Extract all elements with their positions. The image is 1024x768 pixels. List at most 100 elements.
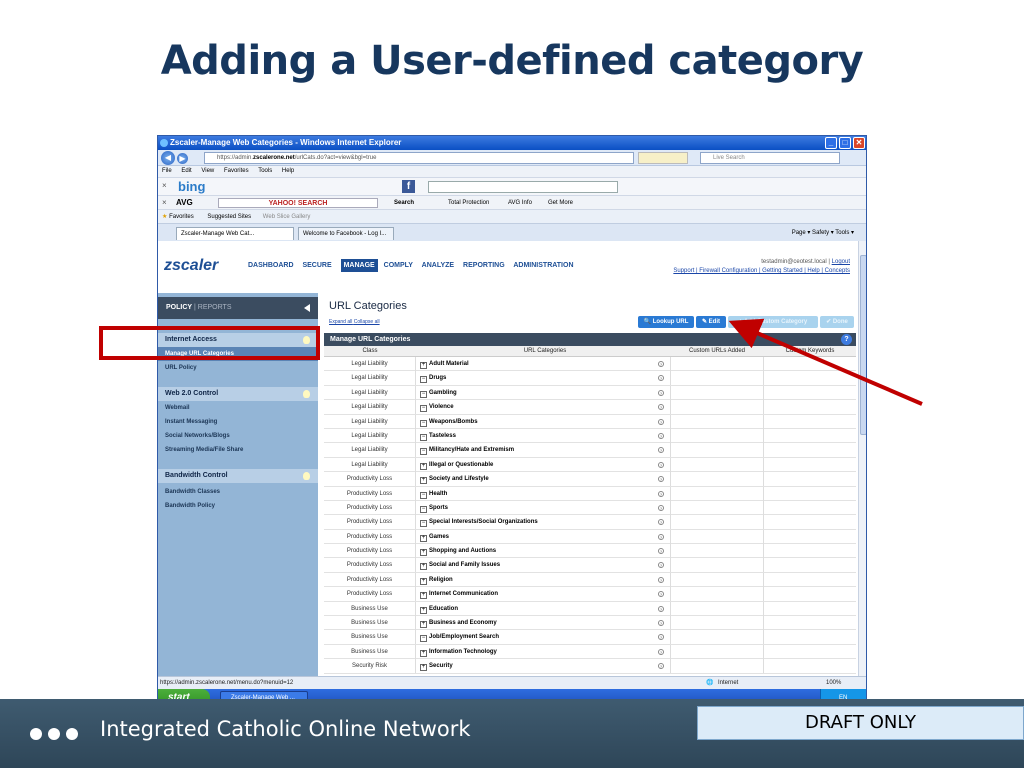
info-icon[interactable]: ? <box>658 504 664 511</box>
sidebar-item-url-policy[interactable]: URL Policy <box>158 361 318 375</box>
minimize-button[interactable]: _ <box>825 137 837 149</box>
info-icon[interactable]: ? <box>658 461 664 468</box>
expand-toggle-icon[interactable]: − <box>420 520 427 528</box>
sidebar-item-webmail[interactable]: Webmail <box>158 401 318 415</box>
nav-comply[interactable]: COMPLY <box>384 262 413 269</box>
lookup-url-button[interactable]: 🔍 Lookup URL <box>638 316 694 328</box>
row-class: Legal Liability <box>324 400 416 415</box>
close-avg-icon[interactable]: × <box>162 196 167 210</box>
expand-toggle-icon[interactable]: + <box>420 664 427 672</box>
suggested-sites-link[interactable]: Suggested Sites <box>207 214 251 220</box>
expand-toggle-icon[interactable]: + <box>420 592 427 600</box>
live-search-input[interactable]: Live Search <box>700 152 840 164</box>
avg-search-button[interactable]: Search <box>394 196 414 210</box>
get-more-button[interactable]: Get More <box>548 196 573 210</box>
sidebar-item-bandwidth-policy[interactable]: Bandwidth Policy <box>158 499 318 513</box>
menu-edit[interactable]: Edit <box>181 168 191 174</box>
expand-toggle-icon[interactable]: + <box>420 563 427 571</box>
reports-tab[interactable]: REPORTS <box>198 304 232 311</box>
menu-tools[interactable]: Tools <box>258 168 272 174</box>
policy-tab[interactable]: POLICY <box>166 304 192 311</box>
expand-toggle-icon[interactable]: − <box>420 491 427 499</box>
menu-help[interactable]: Help <box>282 168 294 174</box>
expand-all-link[interactable]: Expand all <box>329 319 352 325</box>
sidebar-item-social-networks[interactable]: Social Networks/Blogs <box>158 429 318 443</box>
custom-urls-cell <box>670 457 764 472</box>
avg-info-button[interactable]: AVG Info <box>508 196 532 210</box>
status-zoom[interactable]: 100% <box>826 677 841 689</box>
info-icon[interactable]: ? <box>658 648 664 655</box>
collapse-sidebar-icon[interactable] <box>304 304 310 312</box>
expand-toggle-icon[interactable]: − <box>420 376 427 384</box>
nav-analyze[interactable]: ANALYZE <box>422 262 454 269</box>
expand-toggle-icon[interactable]: + <box>420 549 427 557</box>
row-class: Legal Liability <box>324 443 416 458</box>
back-icon[interactable]: ◀ <box>161 151 175 165</box>
expand-toggle-icon[interactable]: + <box>420 606 427 614</box>
expand-toggle-icon[interactable]: + <box>420 577 427 585</box>
forward-icon[interactable]: ▶ <box>177 153 188 164</box>
expand-toggle-icon[interactable]: + <box>420 649 427 657</box>
expand-toggle-icon[interactable]: − <box>420 405 427 413</box>
close-toolbar-icon[interactable]: × <box>162 181 167 190</box>
nav-administration[interactable]: ADMINISTRATION <box>513 262 573 269</box>
sidebar-item-streaming-media[interactable]: Streaming Media/File Share <box>158 443 318 457</box>
expand-toggle-icon[interactable]: + <box>420 477 427 485</box>
lock-icon[interactable] <box>638 152 688 164</box>
sidebar-item-bandwidth-classes[interactable]: Bandwidth Classes <box>158 485 318 499</box>
dot-icon <box>30 728 42 740</box>
menu-file[interactable]: File <box>162 168 172 174</box>
sidebar-item-instant-messaging[interactable]: Instant Messaging <box>158 415 318 429</box>
expand-toggle-icon[interactable]: + <box>420 462 427 470</box>
expand-toggle-icon[interactable]: − <box>420 448 427 456</box>
total-protection-button[interactable]: Total Protection <box>448 196 489 210</box>
info-icon[interactable]: ? <box>658 576 664 583</box>
expand-toggle-icon[interactable]: + <box>420 621 427 629</box>
expand-toggle-icon[interactable]: − <box>420 433 427 441</box>
collapse-all-link[interactable]: Collapse all <box>354 319 380 325</box>
table-row: Security Risk + Security? <box>324 659 856 674</box>
expand-toggle-icon[interactable]: + <box>420 534 427 542</box>
info-icon[interactable]: ? <box>658 605 664 612</box>
expand-toggle-icon[interactable]: − <box>420 505 427 513</box>
info-icon[interactable]: ? <box>658 361 664 367</box>
tab-tools[interactable]: Page ▾ Safety ▾ Tools ▾ <box>792 227 854 239</box>
row-category: − Gambling <box>420 386 670 400</box>
info-icon[interactable]: ? <box>658 620 664 627</box>
favorites-button[interactable]: Favorites <box>169 214 194 220</box>
info-icon[interactable]: ? <box>658 533 664 540</box>
info-icon[interactable]: ? <box>658 418 664 425</box>
slide-title: Adding a User-defined category <box>160 38 864 84</box>
web-slice-link[interactable]: Web Slice Gallery <box>263 214 311 220</box>
bing-search-input[interactable] <box>428 181 618 193</box>
row-category: − Drugs <box>420 371 670 385</box>
tab-facebook[interactable]: Welcome to Facebook - Log I... <box>298 227 394 240</box>
nav-dashboard[interactable]: DASHBOARD <box>248 262 294 269</box>
info-icon[interactable]: ? <box>658 490 664 497</box>
expand-toggle-icon[interactable]: − <box>420 390 427 398</box>
expand-toggle-icon[interactable]: − <box>420 419 427 427</box>
help-links[interactable]: Support | Firewall Configuration | Getti… <box>673 267 850 276</box>
zscaler-logo: zscaler <box>164 257 219 274</box>
page-title: URL Categories <box>329 300 407 312</box>
logout-link[interactable]: Logout <box>832 259 850 265</box>
section-web20-control[interactable]: Web 2.0 Control <box>158 387 318 401</box>
menu-favorites[interactable]: Favorites <box>224 168 249 174</box>
maximize-button[interactable]: □ <box>839 137 851 149</box>
tab-zscaler[interactable]: Zscaler-Manage Web Cat... <box>176 227 294 240</box>
section-bandwidth-control[interactable]: Bandwidth Control <box>158 469 318 483</box>
expand-toggle-icon[interactable]: − <box>420 635 427 643</box>
nav-reporting[interactable]: REPORTING <box>463 262 505 269</box>
facebook-icon[interactable]: f <box>402 180 415 193</box>
close-button[interactable]: ✕ <box>853 137 865 149</box>
expand-toggle-icon[interactable]: + <box>420 362 427 369</box>
url-input[interactable]: https://admin.zscalerone.net/urlCats.do?… <box>204 152 634 164</box>
nav-manage[interactable]: MANAGE <box>340 259 378 272</box>
row-class: Security Risk <box>324 659 416 674</box>
info-icon[interactable]: ? <box>658 432 664 439</box>
info-icon[interactable]: ? <box>658 389 664 396</box>
nav-secure[interactable]: SECURE <box>302 262 331 269</box>
yahoo-search-input[interactable]: YAHOO! SEARCH <box>218 198 378 208</box>
menu-view[interactable]: View <box>201 168 214 174</box>
user-email: testadmin@ceotest.local <box>761 259 827 265</box>
